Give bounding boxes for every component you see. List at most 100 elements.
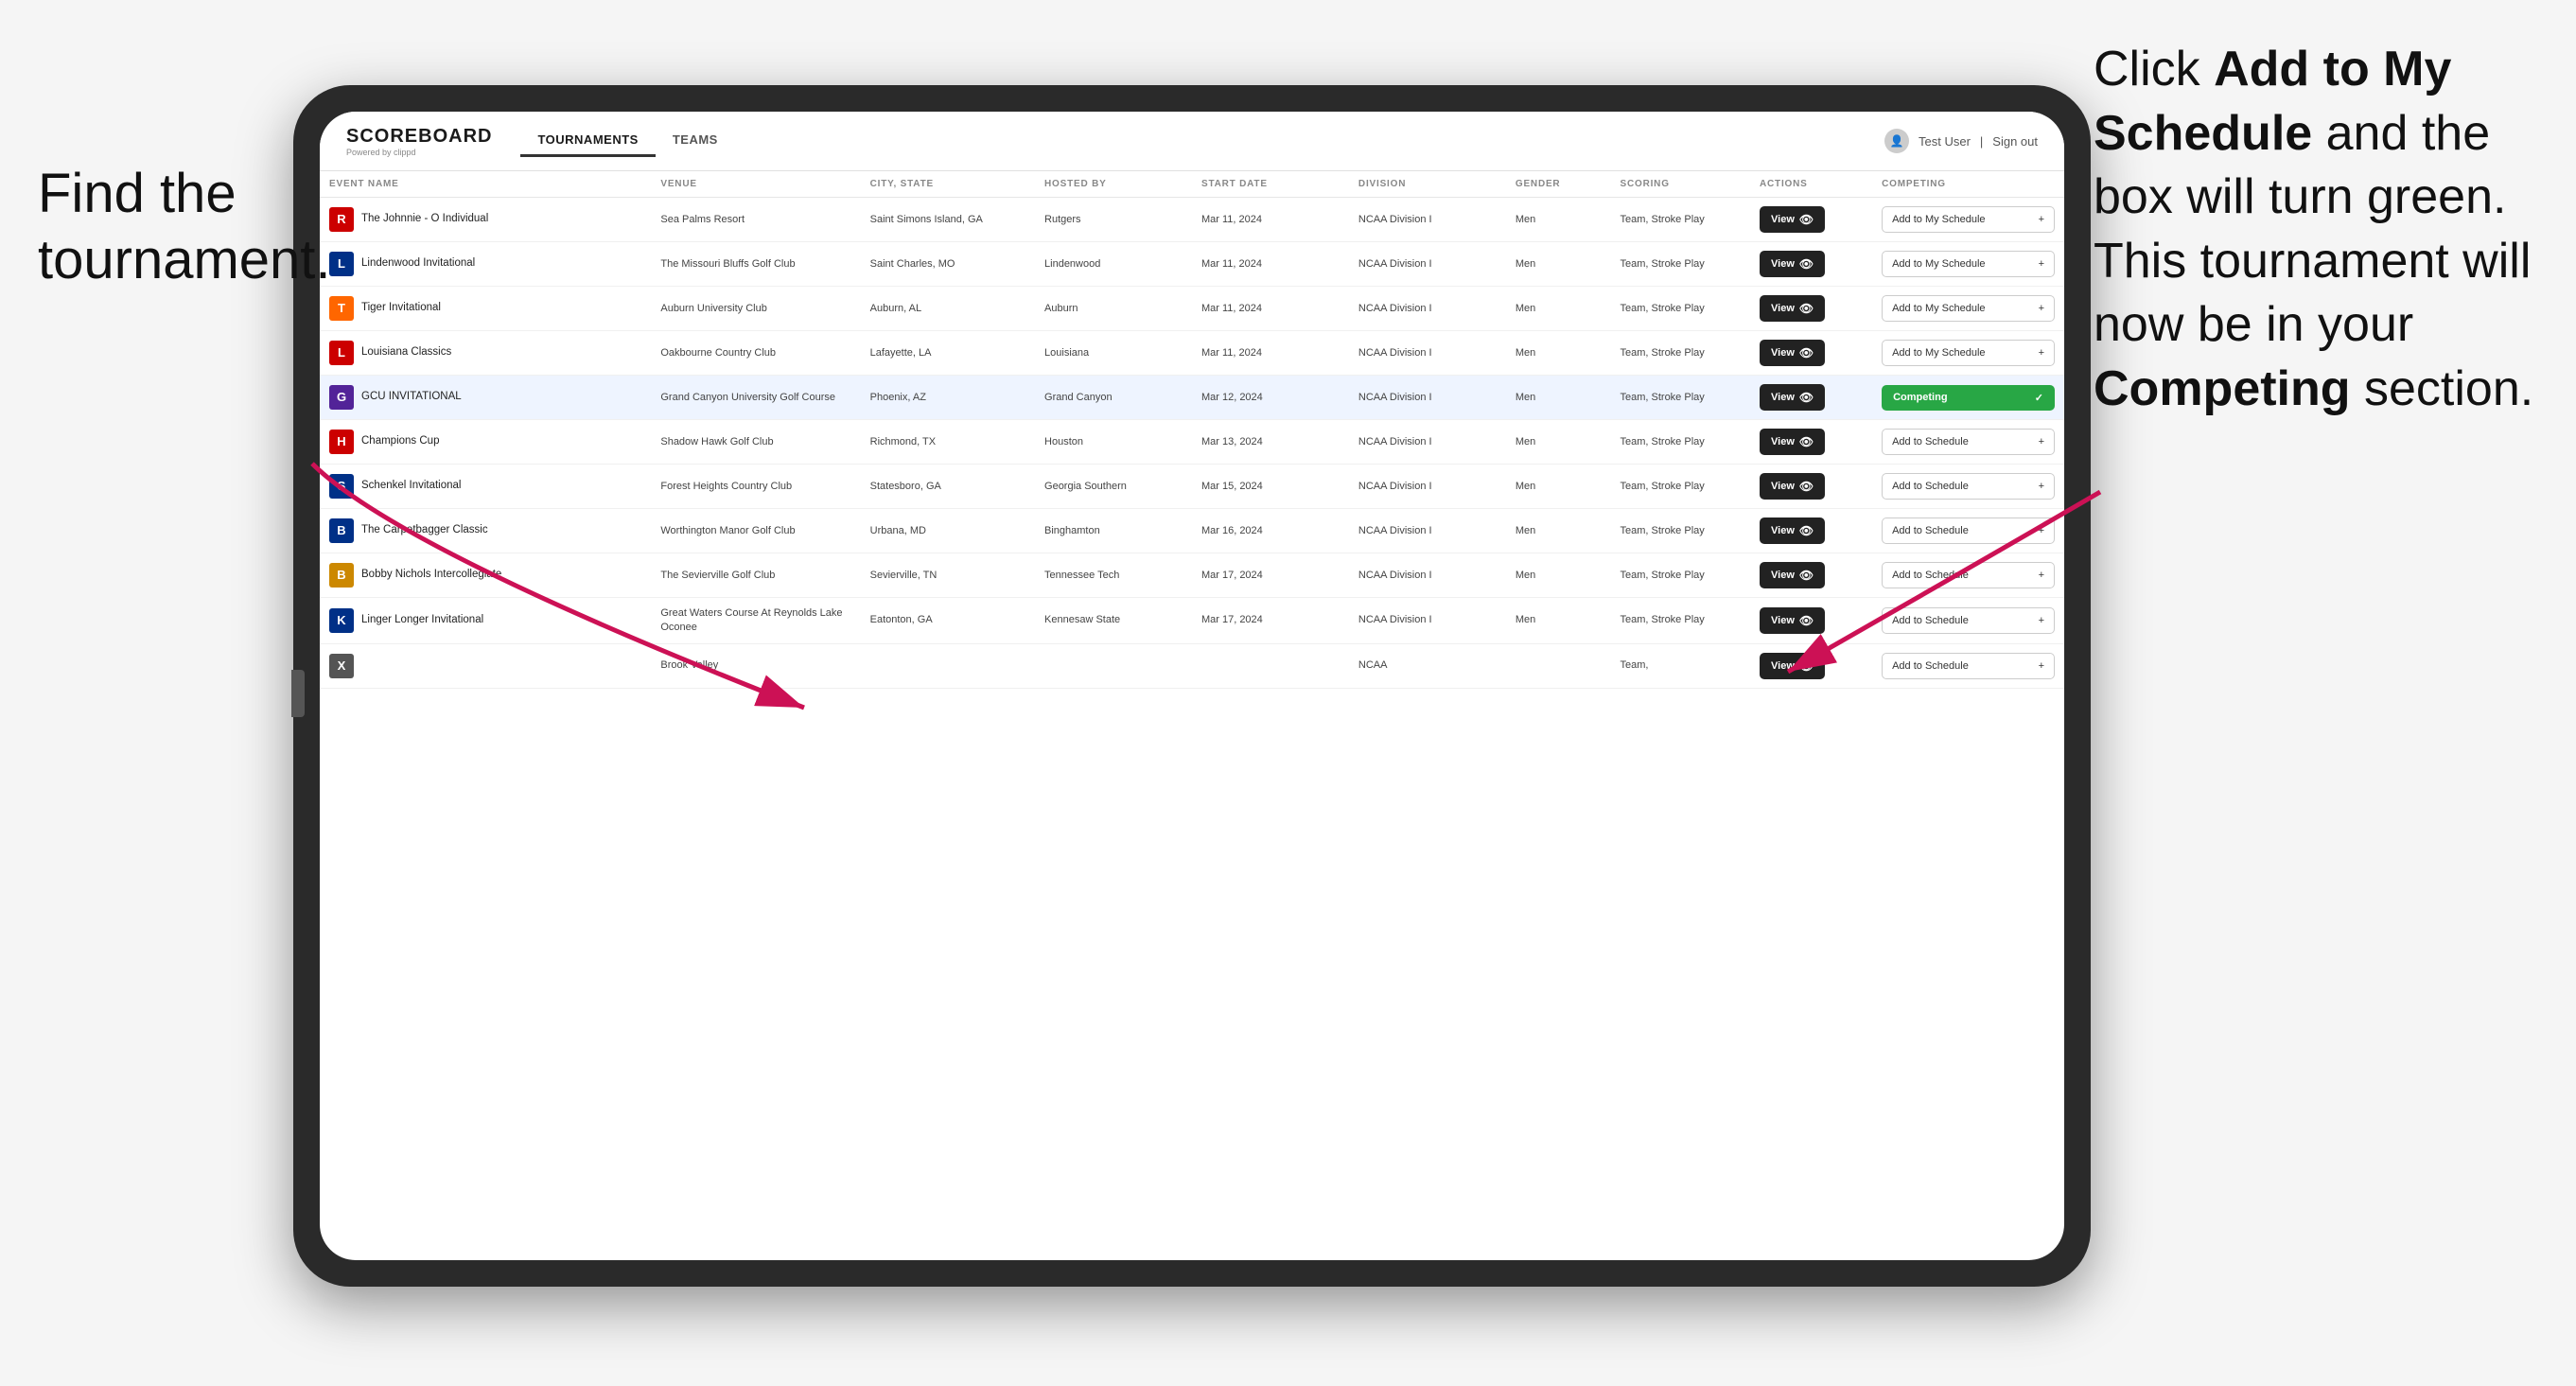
- table-row: G GCU INVITATIONAL Grand Canyon Universi…: [320, 376, 2064, 420]
- side-tab: [291, 670, 305, 717]
- division-cell: NCAA Division I: [1349, 376, 1506, 420]
- division-cell: NCAA Division I: [1349, 509, 1506, 553]
- competing-button[interactable]: Competing ✓: [1882, 385, 2055, 411]
- actions-cell: View 👁: [1750, 465, 1872, 509]
- city-cell: Sevierville, TN: [861, 553, 1035, 598]
- division-cell: NCAA Division I: [1349, 287, 1506, 331]
- team-logo: X: [329, 654, 354, 678]
- division-cell: NCAA Division I: [1349, 598, 1506, 644]
- tablet-screen: SCOREBOARD Powered by clippd TOURNAMENTS…: [320, 112, 2064, 1260]
- venue-cell: Forest Heights Country Club: [651, 465, 860, 509]
- actions-cell: View 👁: [1750, 509, 1872, 553]
- event-name-cell: G GCU INVITATIONAL: [320, 376, 651, 420]
- add-schedule-button[interactable]: Add to Schedule+: [1882, 653, 2055, 679]
- col-header-city: CITY, STATE: [861, 171, 1035, 198]
- event-name: Schenkel Invitational: [361, 479, 461, 494]
- event-name: Champions Cup: [361, 434, 439, 449]
- city-cell: Eatonton, GA: [861, 598, 1035, 644]
- view-label: View: [1771, 436, 1795, 447]
- add-schedule-label: Add to My Schedule: [1892, 214, 1985, 225]
- view-button[interactable]: View 👁: [1760, 473, 1825, 500]
- user-name: Test User: [1919, 134, 1971, 149]
- view-button[interactable]: View 👁: [1760, 518, 1825, 544]
- team-logo: L: [329, 252, 354, 276]
- tab-teams[interactable]: TEAMS: [656, 125, 735, 157]
- view-button[interactable]: View 👁: [1760, 340, 1825, 366]
- hosted-cell: Houston: [1035, 420, 1192, 465]
- add-schedule-button[interactable]: Add to Schedule+: [1882, 429, 2055, 455]
- add-schedule-button[interactable]: Add to Schedule+: [1882, 607, 2055, 634]
- eye-icon: 👁: [1799, 346, 1814, 360]
- division-cell: NCAA Division I: [1349, 553, 1506, 598]
- date-cell: Mar 16, 2024: [1192, 509, 1349, 553]
- view-label: View: [1771, 303, 1795, 314]
- actions-cell: View 👁: [1750, 643, 1872, 688]
- scoring-cell: Team, Stroke Play: [1611, 420, 1751, 465]
- gender-cell: Men: [1506, 242, 1611, 287]
- tournaments-table: EVENT NAME VENUE CITY, STATE HOSTED BY S…: [320, 171, 2064, 689]
- event-name-cell: T Tiger Invitational: [320, 287, 651, 331]
- gender-cell: Men: [1506, 420, 1611, 465]
- add-schedule-button[interactable]: Add to Schedule+: [1882, 562, 2055, 588]
- view-button[interactable]: View 👁: [1760, 251, 1825, 277]
- add-schedule-button[interactable]: Add to My Schedule+: [1882, 295, 2055, 322]
- checkmark-icon: ✓: [2035, 392, 2043, 404]
- competing-cell: Add to Schedule+: [1872, 553, 2064, 598]
- plus-icon: +: [2039, 481, 2044, 492]
- hosted-cell: Georgia Southern: [1035, 465, 1192, 509]
- table-row: S Schenkel Invitational Forest Heights C…: [320, 465, 2064, 509]
- add-schedule-button[interactable]: Add to Schedule+: [1882, 473, 2055, 500]
- city-cell: Phoenix, AZ: [861, 376, 1035, 420]
- table-row: B Bobby Nichols Intercollegiate The Sevi…: [320, 553, 2064, 598]
- table-header-row: EVENT NAME VENUE CITY, STATE HOSTED BY S…: [320, 171, 2064, 198]
- division-cell: NCAA Division I: [1349, 420, 1506, 465]
- tab-tournaments[interactable]: TOURNAMENTS: [520, 125, 655, 157]
- view-label: View: [1771, 392, 1795, 403]
- view-button[interactable]: View 👁: [1760, 429, 1825, 455]
- actions-cell: View 👁: [1750, 287, 1872, 331]
- view-button[interactable]: View 👁: [1760, 653, 1825, 679]
- view-label: View: [1771, 615, 1795, 626]
- view-button[interactable]: View 👁: [1760, 295, 1825, 322]
- view-button[interactable]: View 👁: [1760, 206, 1825, 233]
- add-schedule-button[interactable]: Add to My Schedule+: [1882, 206, 2055, 233]
- view-label: View: [1771, 347, 1795, 359]
- actions-cell: View 👁: [1750, 598, 1872, 644]
- date-cell: Mar 13, 2024: [1192, 420, 1349, 465]
- actions-cell: View 👁: [1750, 198, 1872, 242]
- view-button[interactable]: View 👁: [1760, 562, 1825, 588]
- venue-cell: Brook Valley: [651, 643, 860, 688]
- venue-cell: Grand Canyon University Golf Course: [651, 376, 860, 420]
- date-cell: Mar 11, 2024: [1192, 331, 1349, 376]
- competing-cell: Add to My Schedule+: [1872, 331, 2064, 376]
- date-cell: Mar 11, 2024: [1192, 198, 1349, 242]
- team-logo: K: [329, 608, 354, 633]
- event-name-cell: K Linger Longer Invitational: [320, 598, 651, 644]
- nav-divider: |: [1980, 134, 1983, 149]
- gender-cell: Men: [1506, 331, 1611, 376]
- view-button[interactable]: View 👁: [1760, 607, 1825, 634]
- competing-cell: Add to My Schedule+: [1872, 242, 2064, 287]
- scoring-cell: Team, Stroke Play: [1611, 198, 1751, 242]
- add-schedule-button[interactable]: Add to My Schedule+: [1882, 251, 2055, 277]
- view-button[interactable]: View 👁: [1760, 384, 1825, 411]
- city-cell: Saint Charles, MO: [861, 242, 1035, 287]
- competing-cell: Add to My Schedule+: [1872, 198, 2064, 242]
- venue-cell: Shadow Hawk Golf Club: [651, 420, 860, 465]
- competing-cell: Add to Schedule+: [1872, 643, 2064, 688]
- city-cell: Richmond, TX: [861, 420, 1035, 465]
- hosted-cell: Louisiana: [1035, 331, 1192, 376]
- sign-out-link[interactable]: Sign out: [1992, 134, 2038, 149]
- event-name-cell: B The Carpetbagger Classic: [320, 509, 651, 553]
- team-logo: T: [329, 296, 354, 321]
- col-header-competing: COMPETING: [1872, 171, 2064, 198]
- add-schedule-button[interactable]: Add to Schedule+: [1882, 518, 2055, 544]
- add-schedule-label: Add to Schedule: [1892, 436, 1969, 447]
- city-cell: Urbana, MD: [861, 509, 1035, 553]
- city-cell: Lafayette, LA: [861, 331, 1035, 376]
- add-schedule-button[interactable]: Add to My Schedule+: [1882, 340, 2055, 366]
- plus-icon: +: [2039, 615, 2044, 626]
- venue-cell: Sea Palms Resort: [651, 198, 860, 242]
- hosted-cell: [1035, 643, 1192, 688]
- competing-label: Competing: [1893, 392, 1947, 403]
